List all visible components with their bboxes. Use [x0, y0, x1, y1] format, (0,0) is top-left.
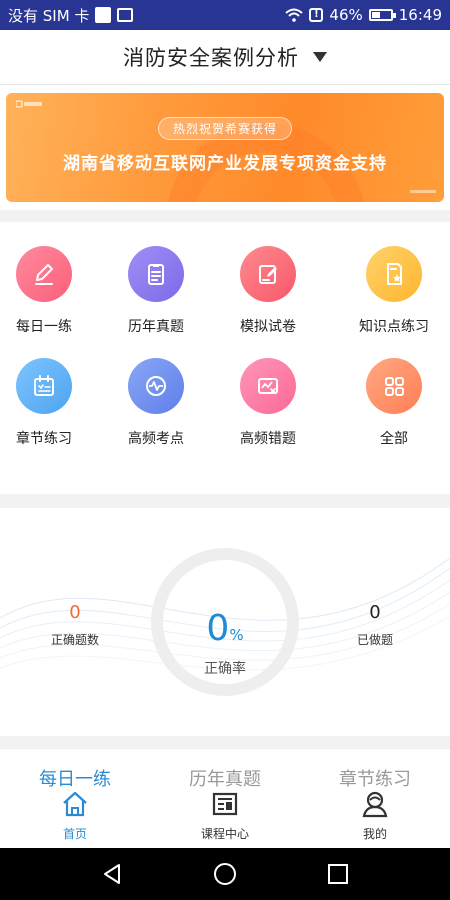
nav-courses[interactable]: 课程中心 — [150, 789, 300, 842]
accuracy-value-row: 0% — [163, 608, 287, 649]
back-icon[interactable] — [100, 862, 124, 886]
battery-icon — [368, 9, 396, 21]
status-bar: 没有 SIM 卡 ! 46% 16:49 — [0, 0, 450, 30]
error-chart-icon — [240, 358, 296, 414]
grid-label: 高频考点 — [128, 431, 184, 447]
pencil-icon — [16, 246, 72, 302]
section-tabs: 每日一练 历年真题 章节练习 — [0, 765, 450, 791]
home-icon — [63, 791, 87, 817]
grid-label: 每日一练 — [16, 319, 72, 335]
course-selector[interactable]: 消防安全案例分析 — [0, 30, 450, 85]
profile-icon — [362, 791, 388, 818]
banner-pill: 热烈祝贺希赛获得 — [157, 117, 293, 140]
nav-label: 课程中心 — [200, 827, 249, 841]
banner-footnote-mark — [410, 189, 436, 196]
alert-icon: ! — [309, 8, 324, 22]
edit-paper-icon — [240, 246, 296, 302]
grid-label: 高频错题 — [240, 431, 296, 447]
promo-banner[interactable]: 热烈祝贺希赛获得 湖南省移动互联网产业发展专项资金支持 — [6, 93, 444, 202]
banner-logo-icon — [15, 100, 44, 110]
accuracy-label: 正确率 — [204, 661, 246, 677]
feature-grid: 每日一练 历年真题 模拟试卷 知识点练习 章节练习 高频考点 高频错题 全部 — [0, 222, 450, 494]
page-title[interactable]: 消防安全案例分析 — [123, 42, 299, 72]
clipboard-icon — [128, 246, 184, 302]
grid-item-knowledge-points[interactable]: 知识点练习 — [338, 246, 450, 336]
stats-panel: 0 正确题数 0% 正确率 0 已做题 — [0, 508, 450, 736]
grid-label: 章节练习 — [16, 431, 72, 447]
nav-home[interactable]: 首页 — [0, 789, 150, 842]
image-notification-icon — [117, 8, 134, 22]
tab-chapter-practice[interactable]: 章节练习 — [300, 765, 450, 791]
banner-container: 热烈祝贺希赛获得 湖南省移动互联网产业发展专项资金支持 — [0, 85, 450, 210]
correct-count-label: 正确题数 — [50, 633, 99, 647]
notification-app-icon — [95, 7, 112, 23]
grid-label: 全部 — [380, 431, 408, 447]
calendar-check-icon — [16, 358, 72, 414]
tab-daily-practice[interactable]: 每日一练 — [0, 765, 150, 791]
grid-label: 模拟试卷 — [240, 319, 296, 335]
battery-fill — [371, 12, 380, 18]
system-navigation-bar — [0, 848, 450, 900]
wifi-icon — [285, 8, 304, 22]
accuracy-value: 0 — [206, 608, 230, 649]
grid-item-frequent-errors[interactable]: 高频错题 — [212, 358, 324, 448]
bottom-area: 每日一练 历年真题 章节练习 首页 课程中心 我的 — [0, 748, 450, 848]
grid-label: 知识点练习 — [359, 319, 429, 335]
banner-headline: 湖南省移动互联网产业发展专项资金支持 — [63, 154, 387, 174]
nav-label: 首页 — [62, 827, 87, 841]
battery-percent: 46% — [329, 6, 363, 24]
accuracy-ring: 0% 正确率 — [151, 548, 299, 696]
star-doc-icon — [366, 246, 422, 302]
done-count-stat: 0 已做题 — [330, 602, 420, 648]
recents-square-icon[interactable] — [326, 862, 350, 886]
grid-item-frequent-points[interactable]: 高频考点 — [100, 358, 212, 448]
tab-past-exams[interactable]: 历年真题 — [150, 765, 300, 791]
nav-profile[interactable]: 我的 — [300, 789, 450, 842]
dropdown-triangle-icon[interactable] — [313, 52, 327, 62]
grid-item-all[interactable]: 全部 — [338, 358, 450, 448]
pulse-check-icon — [128, 358, 184, 414]
grid-item-past-exams[interactable]: 历年真题 — [100, 246, 212, 336]
grid-label: 历年真题 — [128, 319, 184, 335]
grid-item-mock-exam[interactable]: 模拟试卷 — [212, 246, 324, 336]
grid-four-icon — [366, 358, 422, 414]
done-count-label: 已做题 — [356, 633, 393, 647]
home-circle-icon[interactable] — [213, 862, 237, 886]
grid-item-daily-practice[interactable]: 每日一练 — [0, 246, 100, 336]
course-icon — [212, 792, 238, 816]
clock: 16:49 — [398, 6, 442, 24]
done-count-value: 0 — [369, 602, 381, 623]
nav-label: 我的 — [362, 827, 387, 841]
accuracy-unit: % — [229, 626, 244, 644]
grid-item-chapter-practice[interactable]: 章节练习 — [0, 358, 100, 448]
correct-count-stat: 0 正确题数 — [30, 602, 120, 648]
correct-count-value: 0 — [69, 602, 81, 623]
bottom-nav: 首页 课程中心 我的 — [0, 789, 450, 849]
carrier-text: 没有 SIM 卡 — [8, 6, 90, 25]
